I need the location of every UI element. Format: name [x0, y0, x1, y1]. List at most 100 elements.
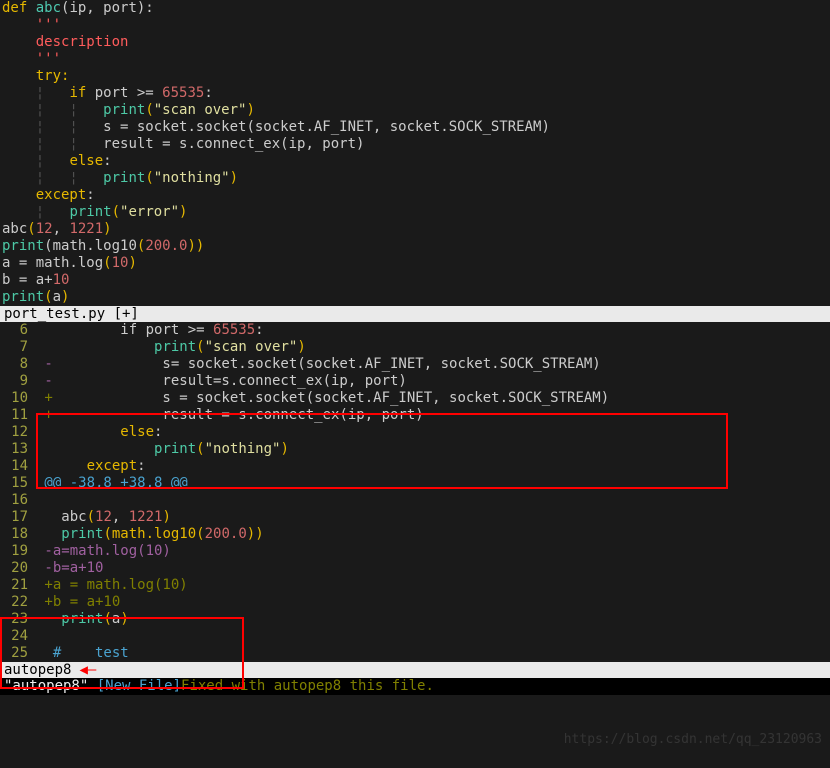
- diff-line[interactable]: 11 + result = s.connect_ex(ip, port): [0, 407, 830, 424]
- indent-guide: ¦ ¦: [2, 119, 103, 135]
- code-line[interactable]: ¦ print("error"): [0, 204, 830, 221]
- line-number: 22: [0, 594, 36, 611]
- arrow-icon: ◀—: [79, 662, 96, 678]
- diff-line[interactable]: 10 + s = socket.socket(socket.AF_INET, s…: [0, 390, 830, 407]
- diff-code: [36, 628, 830, 645]
- code-line[interactable]: ¦ ¦ print("nothing"): [0, 170, 830, 187]
- code-line[interactable]: print(math.log10(200.0)): [0, 238, 830, 255]
- code-line[interactable]: except:: [0, 187, 830, 204]
- code-line[interactable]: ''': [0, 17, 830, 34]
- function-name: abc: [36, 0, 61, 16]
- diff-line[interactable]: 23 print(a): [0, 611, 830, 628]
- indent-guide: ¦ ¦: [2, 102, 103, 118]
- diff-line[interactable]: 14 except:: [0, 458, 830, 475]
- watermark: https://blog.csdn.net/qq_23120963: [564, 731, 822, 748]
- args: (ip, port):: [61, 0, 154, 16]
- diff-line[interactable]: 12 else:: [0, 424, 830, 441]
- paren: ): [246, 102, 254, 118]
- diff-line[interactable]: 22 +b = a+10: [0, 594, 830, 611]
- colon: :: [103, 153, 111, 169]
- line-number: 16: [0, 492, 36, 509]
- paren: (: [103, 255, 111, 271]
- paren: (: [44, 289, 52, 305]
- statusline-top: port_test.py [+]: [0, 306, 830, 322]
- line-number: 21: [0, 577, 36, 594]
- code-line[interactable]: ¦ ¦ print("scan over"): [0, 102, 830, 119]
- diff-line[interactable]: 7 print("scan over"): [0, 339, 830, 356]
- line-number: 7: [0, 339, 36, 356]
- line-number: 25: [0, 645, 36, 662]
- diff-line[interactable]: 17 abc(12, 1221): [0, 509, 830, 526]
- number: 12: [36, 221, 53, 237]
- diff-line[interactable]: 20 -b=a+10: [0, 560, 830, 577]
- line-number: 13: [0, 441, 36, 458]
- code-line[interactable]: abc(12, 1221): [0, 221, 830, 238]
- diff-code: # test: [36, 645, 830, 662]
- diff-line[interactable]: 24: [0, 628, 830, 645]
- line-number: 19: [0, 543, 36, 560]
- code-line[interactable]: ¦ if port >= 65535:: [0, 85, 830, 102]
- diff-line[interactable]: 16: [0, 492, 830, 509]
- command-line[interactable]: "autopep8" [New File]Fixed with autopep8…: [0, 678, 830, 695]
- code-line[interactable]: ¦ else:: [0, 153, 830, 170]
- diff-code: +b = a+10: [36, 594, 830, 611]
- diff-code: -a=math.log(10): [36, 543, 830, 560]
- diff-line[interactable]: 8 - s= socket.socket(socket.AF_INET, soc…: [0, 356, 830, 373]
- line-number: 14: [0, 458, 36, 475]
- indent-guide: ¦ ¦: [2, 136, 103, 152]
- code-line[interactable]: ''': [0, 51, 830, 68]
- diff-line[interactable]: 19 -a=math.log(10): [0, 543, 830, 560]
- diff-code: print(a): [36, 611, 830, 628]
- editor-diff-pane[interactable]: 6 if port >= 65535:7 print("scan over")8…: [0, 322, 830, 662]
- keyword-def: def: [2, 0, 36, 16]
- docstring: ''': [2, 17, 61, 33]
- cmd-message: Fixed with autopep8 this file.: [181, 678, 434, 694]
- diff-code: + s = socket.socket(socket.AF_INET, sock…: [36, 390, 830, 407]
- code-text: result = s.connect_ex(ip, port): [103, 136, 364, 152]
- code-line[interactable]: b = a+10: [0, 272, 830, 289]
- diff-code: +a = math.log(10): [36, 577, 830, 594]
- paren: )): [187, 238, 204, 254]
- line-number: 20: [0, 560, 36, 577]
- paren: ): [230, 170, 238, 186]
- diff-line[interactable]: 13 print("nothing"): [0, 441, 830, 458]
- condition: port >=: [95, 85, 162, 101]
- cmd-newfile: [New File]: [97, 678, 181, 694]
- code-text: b = a+: [2, 272, 53, 288]
- code-line[interactable]: print(a): [0, 289, 830, 306]
- diff-line[interactable]: 9 - result=s.connect_ex(ip, port): [0, 373, 830, 390]
- filename-status: port_test.py [+]: [4, 306, 139, 322]
- diff-line[interactable]: 21 +a = math.log(10): [0, 577, 830, 594]
- string: "nothing": [154, 170, 230, 186]
- diff-line[interactable]: 15 @@ -38,8 +38,8 @@: [0, 475, 830, 492]
- indent-guide: ¦: [2, 153, 69, 169]
- docstring: ''': [2, 51, 61, 67]
- line-number: 18: [0, 526, 36, 543]
- paren: (: [145, 102, 153, 118]
- code-line[interactable]: description: [0, 34, 830, 51]
- diff-line[interactable]: 18 print(math.log10(200.0)): [0, 526, 830, 543]
- line-number: 8: [0, 356, 36, 373]
- paren: (: [27, 221, 35, 237]
- diff-code: print("nothing"): [36, 441, 830, 458]
- code-text: (math.log10: [44, 238, 137, 254]
- code-line[interactable]: ¦ ¦ result = s.connect_ex(ip, port): [0, 136, 830, 153]
- builtin-print: print: [69, 204, 111, 220]
- diff-code: print("scan over"): [36, 339, 830, 356]
- diff-code: @@ -38,8 +38,8 @@: [36, 475, 830, 492]
- statusline-bottom: autopep8 ◀—: [0, 662, 830, 678]
- keyword-except: except: [2, 187, 86, 203]
- diff-code: - s= socket.socket(socket.AF_INET, socke…: [36, 356, 830, 373]
- code-line[interactable]: a = math.log(10): [0, 255, 830, 272]
- code-line[interactable]: try:: [0, 68, 830, 85]
- line-number: 10: [0, 390, 36, 407]
- comma: ,: [53, 221, 70, 237]
- diff-line[interactable]: 25 # test: [0, 645, 830, 662]
- diff-line[interactable]: 6 if port >= 65535:: [0, 322, 830, 339]
- code-line[interactable]: ¦ ¦ s = socket.socket(socket.AF_INET, so…: [0, 119, 830, 136]
- line-number: 6: [0, 322, 36, 339]
- paren: ): [179, 204, 187, 220]
- code-line[interactable]: def abc(ip, port):: [0, 0, 830, 17]
- keyword-else: else: [69, 153, 103, 169]
- editor-top-pane[interactable]: def abc(ip, port): ''' description ''' t…: [0, 0, 830, 306]
